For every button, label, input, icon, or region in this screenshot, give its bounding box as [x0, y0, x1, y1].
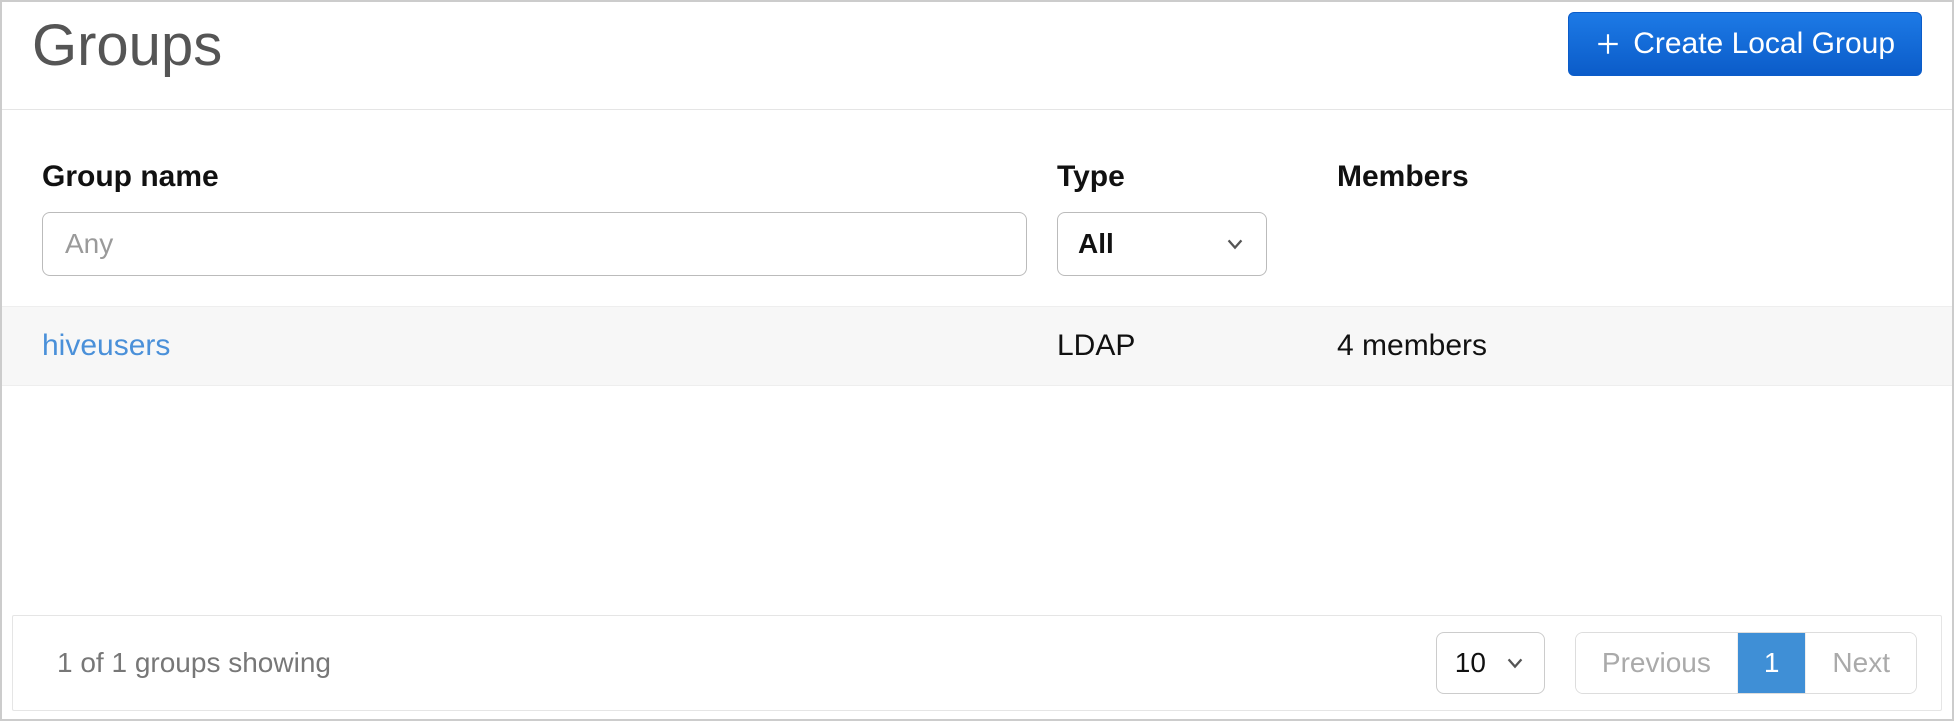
- next-page-button[interactable]: Next: [1806, 633, 1916, 693]
- pagination: Previous 1 Next: [1575, 632, 1917, 694]
- page-size-select[interactable]: 10: [1436, 632, 1545, 694]
- plus-icon: [1595, 31, 1621, 57]
- page-number-current[interactable]: 1: [1738, 633, 1806, 693]
- group-link[interactable]: hiveusers: [42, 329, 170, 362]
- column-group-name: Group name: [42, 160, 1027, 276]
- groups-page: Groups Create Local Group Group name Typ…: [0, 0, 1954, 721]
- create-local-group-button[interactable]: Create Local Group: [1568, 12, 1922, 76]
- previous-page-button[interactable]: Previous: [1576, 633, 1737, 693]
- page-header: Groups Create Local Group: [2, 2, 1952, 110]
- type-filter-select[interactable]: All: [1057, 212, 1267, 276]
- type-filter-value: All: [1078, 228, 1114, 260]
- create-local-group-label: Create Local Group: [1633, 27, 1895, 61]
- column-type: Type All: [1057, 160, 1307, 276]
- table-row: hiveusers LDAP 4 members: [2, 306, 1952, 386]
- group-name-filter-input[interactable]: [42, 212, 1027, 276]
- members-header: Members: [1337, 160, 1922, 194]
- type-header: Type: [1057, 160, 1307, 194]
- page-title: Groups: [32, 12, 222, 79]
- filter-row: Group name Type All Members: [2, 110, 1952, 296]
- table-footer: 1 of 1 groups showing 10 Previous 1 Next: [12, 615, 1942, 711]
- page-size-value: 10: [1455, 647, 1486, 679]
- group-type-cell: LDAP: [1057, 329, 1307, 363]
- chevron-down-icon: [1224, 233, 1246, 255]
- chevron-down-icon: [1504, 652, 1526, 674]
- showing-status: 1 of 1 groups showing: [37, 647, 331, 679]
- column-members: Members: [1337, 160, 1922, 212]
- group-members-cell: 4 members: [1337, 329, 1922, 363]
- group-name-header: Group name: [42, 160, 1027, 194]
